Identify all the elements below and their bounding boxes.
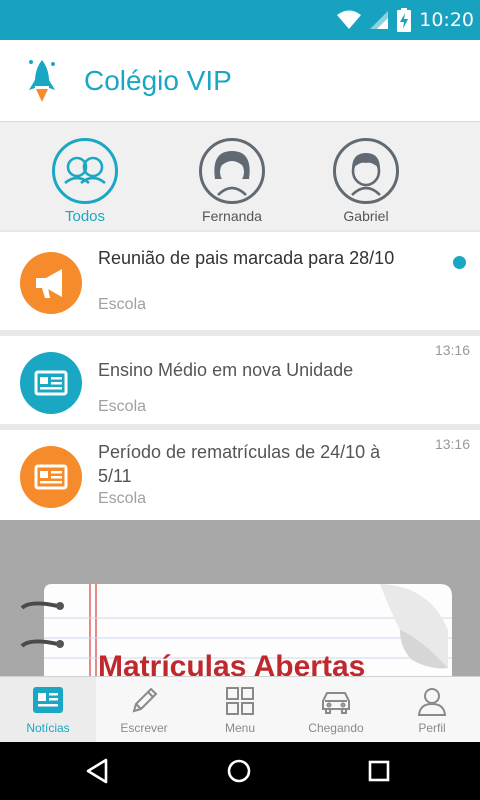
app-header: Colégio VIP (0, 40, 480, 122)
profile-fernanda[interactable]: Fernanda (172, 138, 292, 230)
recents-icon[interactable] (362, 754, 396, 788)
bottom-nav: Notícias Escrever Menu Chegando Perfil (0, 676, 480, 743)
newspaper-icon (34, 464, 68, 490)
person-icon (417, 688, 447, 716)
profile-name: Gabriel (343, 208, 389, 224)
status-icons: 10:20 (337, 0, 474, 40)
news-card[interactable]: Período de rematrículas de 24/10 à 5/11 … (0, 430, 480, 526)
avatar-fernanda (199, 138, 265, 204)
banner-image[interactable]: Matrículas Abertas (0, 520, 480, 676)
group-icon (64, 156, 106, 185)
profile-name: Todos (64, 208, 106, 225)
wifi-icon (337, 10, 362, 29)
banner-text: Matrículas Abertas (98, 650, 366, 676)
boy-avatar-icon (351, 153, 381, 196)
news-icon (33, 687, 63, 713)
girl-avatar-icon (214, 151, 250, 196)
nav-label: Chegando (308, 721, 364, 735)
news-time: 13:16 (434, 342, 470, 358)
battery-charging-icon (397, 8, 412, 32)
news-icon-circle (20, 446, 82, 508)
nav-label: Notícias (26, 721, 70, 735)
news-title: Período de rematrículas de 24/10 à 5/11 (98, 442, 381, 486)
news-icon-circle (20, 252, 82, 314)
nav-label: Perfil (418, 721, 446, 735)
car-icon (322, 692, 350, 714)
news-title: Reunião de pais marcada para 28/10 (98, 248, 395, 268)
nav-noticias[interactable]: Notícias (0, 677, 96, 743)
nav-perfil[interactable]: Perfil (384, 677, 480, 743)
status-time: 10:20 (419, 9, 474, 31)
news-source: Escola (98, 490, 147, 507)
news-card[interactable]: Reunião de pais marcada para 28/10 Escol… (0, 232, 480, 330)
profile-todos[interactable]: Todos (25, 138, 145, 230)
profile-name: Fernanda (202, 208, 262, 224)
news-feed: Reunião de pais marcada para 28/10 Escol… (0, 230, 480, 676)
news-source: Escola (98, 398, 147, 415)
news-title: Ensino Médio em nova Unidade (98, 360, 354, 380)
grid-icon (226, 687, 254, 715)
system-nav-bar (0, 742, 480, 800)
rocket-logo (29, 60, 55, 102)
news-card[interactable]: Ensino Médio em nova Unidade Escola 13:1… (0, 336, 480, 424)
news-source: Escola (98, 296, 147, 313)
news-time: 13:16 (434, 436, 470, 452)
pencil-icon (132, 687, 158, 713)
nav-chegando[interactable]: Chegando (288, 677, 384, 743)
home-icon[interactable] (222, 754, 256, 788)
cell-signal-icon (370, 11, 389, 29)
avatar-todos (52, 138, 118, 204)
app-title: Colégio VIP (84, 65, 232, 96)
nav-menu[interactable]: Menu (192, 677, 288, 743)
status-bar: 10:20 (0, 0, 480, 40)
nav-label: Escrever (120, 721, 168, 735)
profile-filter: Todos Fernanda Gabriel (0, 122, 480, 230)
unread-dot (453, 256, 466, 269)
back-icon[interactable] (82, 754, 116, 788)
profile-gabriel[interactable]: Gabriel (306, 138, 426, 230)
newspaper-icon (34, 370, 68, 396)
nav-escrever[interactable]: Escrever (96, 677, 192, 743)
avatar-gabriel (333, 138, 399, 204)
nav-label: Menu (224, 721, 256, 735)
news-icon-circle (20, 352, 82, 414)
megaphone-icon (36, 269, 62, 298)
